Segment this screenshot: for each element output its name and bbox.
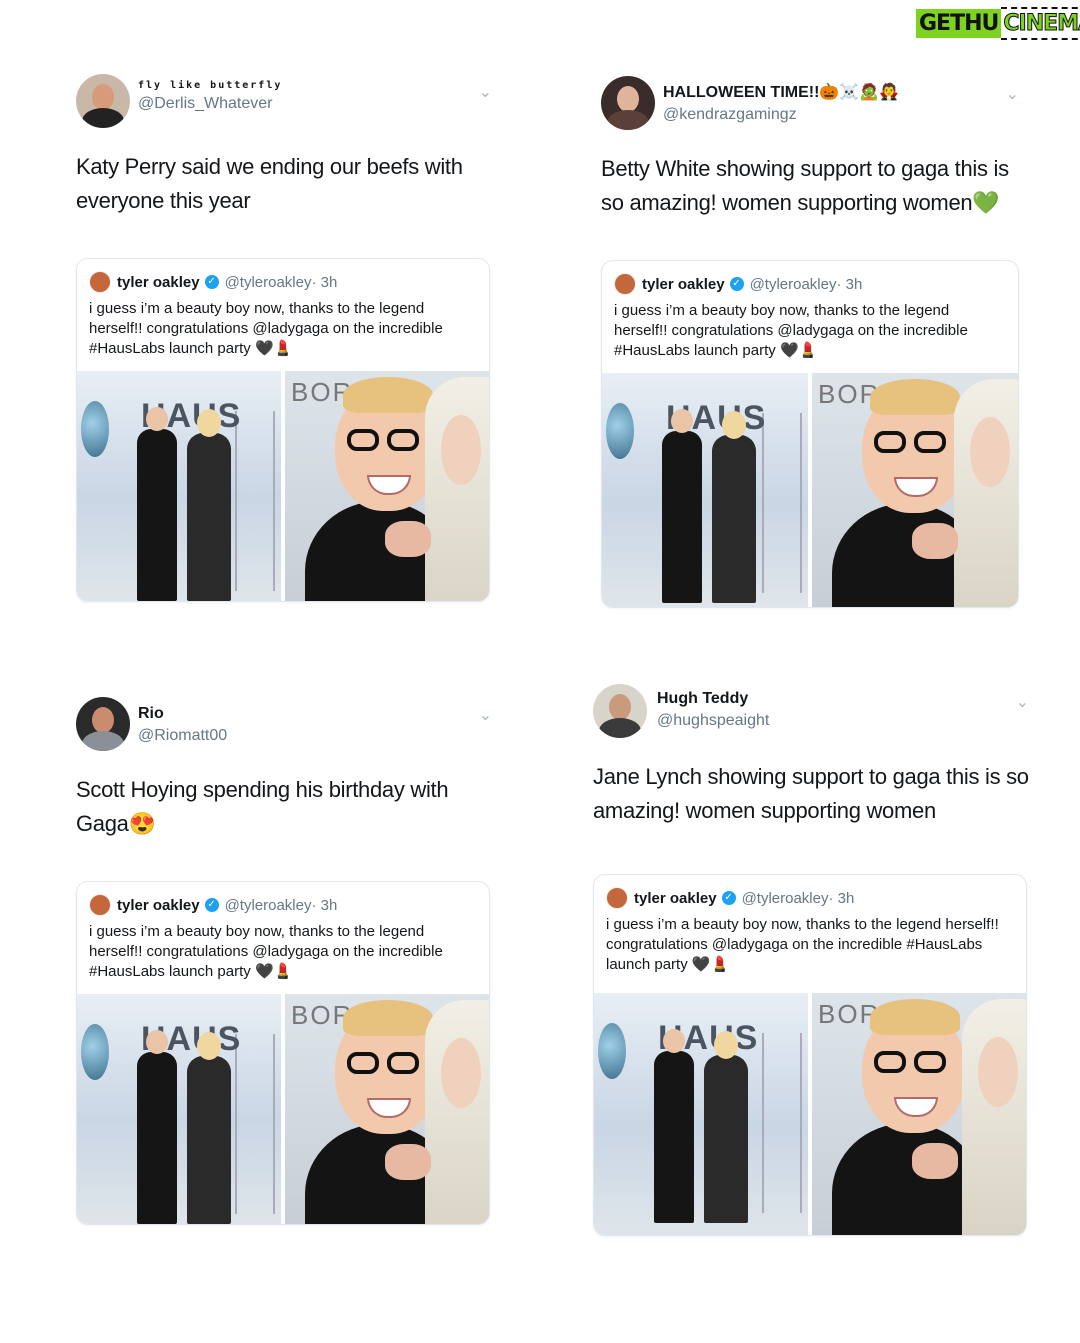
quoted-time: · 3h xyxy=(311,896,338,914)
tweet-text: Katy Perry said we ending our beefs with… xyxy=(76,154,463,213)
media-grid: HAUS BOR xyxy=(77,371,489,601)
quoted-handle: @tyleroakley xyxy=(749,275,837,293)
quoted-tweet[interactable]: tyler oakley ✓ @tyleroakley · 3h i guess… xyxy=(601,260,1019,608)
quoted-time: · 3h xyxy=(311,273,338,291)
quoted-name: tyler oakley xyxy=(117,273,200,291)
photo-haus-store[interactable]: HAUS xyxy=(77,994,281,1224)
quoted-time: · 3h xyxy=(836,275,863,293)
tweet-text: Jane Lynch showing support to gaga this … xyxy=(593,764,1029,823)
quoted-name: tyler oakley xyxy=(634,889,717,907)
media-grid: HAUS BOR xyxy=(77,994,489,1224)
photo-haus-store[interactable]: HAUS xyxy=(594,993,808,1235)
tweet-text: Scott Hoying spending his birthday with … xyxy=(76,777,449,836)
quoted-avatar xyxy=(89,271,111,293)
quoted-tweet[interactable]: tyler oakley ✓ @tyleroakley · 3h i guess… xyxy=(593,874,1027,1236)
chevron-down-icon[interactable]: ⌄ xyxy=(1016,692,1029,712)
user-handle[interactable]: @hughspeaight xyxy=(657,712,769,730)
chevron-down-icon[interactable]: ⌄ xyxy=(479,82,492,102)
tweet-card[interactable]: Rio @Riomatt00 ⌄ Scott Hoying spending h… xyxy=(76,697,492,1225)
quoted-handle: @tyleroakley xyxy=(741,889,829,907)
tweet-card[interactable]: Hugh Teddy @hughspeaight ⌄ Jane Lynch sh… xyxy=(593,684,1029,1236)
verified-badge-icon: ✓ xyxy=(204,275,219,289)
quoted-text: i guess i’m a beauty boy now, thanks to … xyxy=(89,923,443,980)
media-grid: HAUS BOR xyxy=(602,373,1018,607)
tweet-card[interactable]: fly like butterfly @Derlis_Whatever ⌄ Ka… xyxy=(76,74,492,602)
quoted-name: tyler oakley xyxy=(117,896,200,914)
display-name[interactable]: HALLOWEEN TIME!!🎃☠️🧟🧛 xyxy=(663,82,899,102)
tweet-text: Betty White showing support to gaga this… xyxy=(601,156,1009,215)
quoted-name: tyler oakley xyxy=(642,275,725,293)
display-name[interactable]: Hugh Teddy xyxy=(657,690,769,708)
media-grid: HAUS BOR xyxy=(594,993,1026,1235)
photo-haus-store[interactable]: HAUS xyxy=(77,371,281,601)
photo-selfie[interactable]: BOR xyxy=(812,993,1026,1235)
photo-selfie[interactable]: BOR xyxy=(285,371,489,601)
photo-selfie[interactable]: BOR xyxy=(285,994,489,1224)
quoted-avatar xyxy=(89,894,111,916)
user-handle[interactable]: @kendrazgamingz xyxy=(663,106,899,124)
user-handle[interactable]: @Derlis_Whatever xyxy=(138,95,282,113)
user-avatar[interactable] xyxy=(76,74,130,128)
verified-badge-icon: ✓ xyxy=(721,891,736,905)
user-avatar[interactable] xyxy=(76,697,130,751)
verified-badge-icon: ✓ xyxy=(204,898,219,912)
user-avatar[interactable] xyxy=(601,76,655,130)
quoted-avatar xyxy=(614,273,636,295)
user-avatar[interactable] xyxy=(593,684,647,738)
user-handle[interactable]: @Riomatt00 xyxy=(138,727,227,745)
chevron-down-icon[interactable]: ⌄ xyxy=(1006,84,1019,104)
quoted-time: · 3h xyxy=(828,889,855,907)
quoted-avatar xyxy=(606,887,628,909)
tweet-card[interactable]: HALLOWEEN TIME!!🎃☠️🧟🧛 @kendrazgamingz ⌄ … xyxy=(601,76,1019,608)
quoted-text: i guess i’m a beauty boy now, thanks to … xyxy=(606,916,999,973)
photo-haus-store[interactable]: HAUS xyxy=(602,373,808,607)
display-name[interactable]: fly like butterfly xyxy=(138,80,282,91)
display-name[interactable]: Rio xyxy=(138,705,227,723)
quoted-text: i guess i’m a beauty boy now, thanks to … xyxy=(89,300,443,357)
quoted-text: i guess i’m a beauty boy now, thanks to … xyxy=(614,302,968,359)
photo-selfie[interactable]: BOR xyxy=(812,373,1018,607)
quoted-handle: @tyleroakley xyxy=(224,273,312,291)
quoted-tweet[interactable]: tyler oakley ✓ @tyleroakley · 3h i guess… xyxy=(76,258,490,602)
quoted-handle: @tyleroakley xyxy=(224,896,312,914)
chevron-down-icon[interactable]: ⌄ xyxy=(479,705,492,725)
verified-badge-icon: ✓ xyxy=(729,277,744,291)
watermark-logo: GETHUCINEMA xyxy=(916,6,1080,40)
quoted-tweet[interactable]: tyler oakley ✓ @tyleroakley · 3h i guess… xyxy=(76,881,490,1225)
